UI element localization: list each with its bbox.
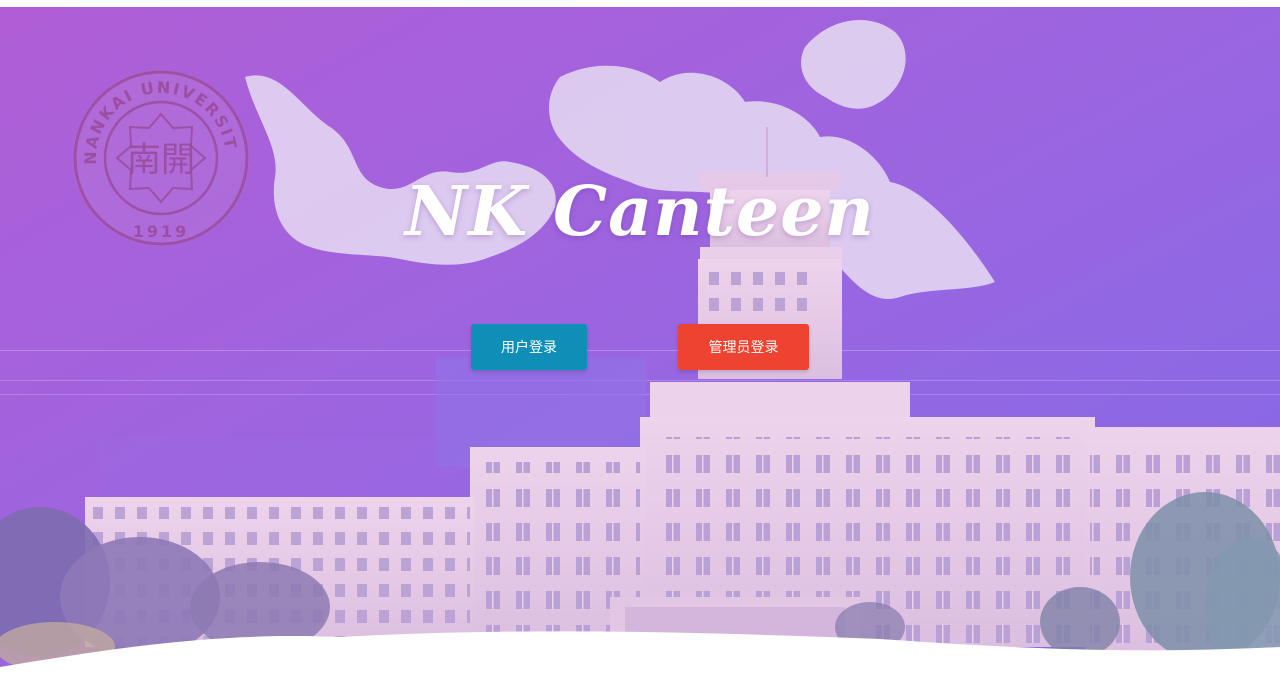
hero-banner: NANKAI UNIVERSITY 南開 1919 NK Canteen [0,7,1280,695]
admin-login-button[interactable]: 管理员登录 [678,324,809,370]
site-title: NK Canteen [405,172,875,252]
user-login-button[interactable]: 用户登录 [471,324,587,370]
landing-page: NANKAI UNIVERSITY 南開 1919 NK Canteen 用户登… [0,0,1280,695]
top-border [0,0,1280,7]
